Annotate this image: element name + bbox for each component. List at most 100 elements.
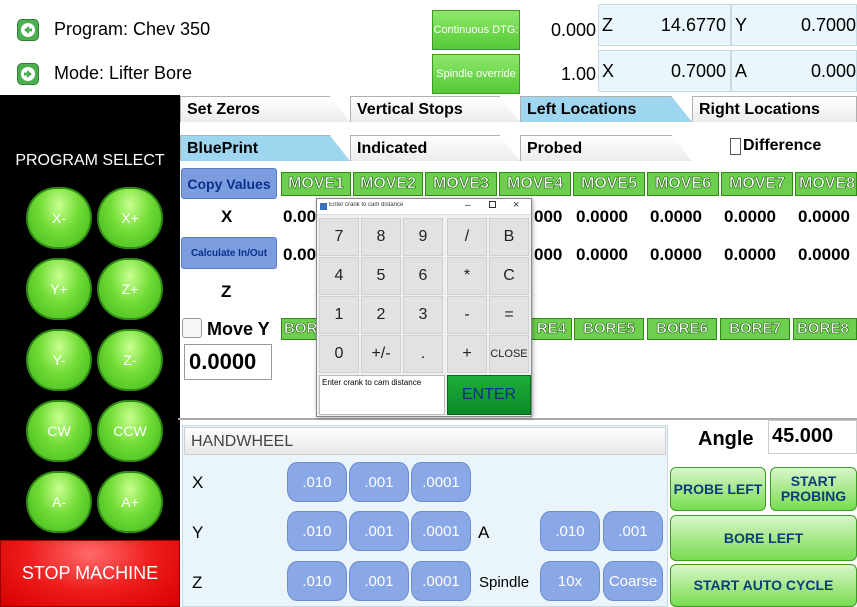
move5-button[interactable]: MOVE5	[573, 172, 645, 196]
x-value-7[interactable]: 0.0000	[724, 207, 776, 227]
hw-z-step-0001[interactable]: .0001	[411, 561, 471, 601]
jog-z-plus-button[interactable]: Z+	[97, 258, 163, 320]
maximize-icon[interactable]	[489, 201, 496, 208]
hw-y-step-0001[interactable]: .0001	[411, 511, 471, 551]
back-button[interactable]	[17, 19, 39, 41]
jog-x-plus-button[interactable]: X+	[97, 187, 163, 249]
z-value-4[interactable]: 000	[534, 245, 562, 265]
z-value-5[interactable]: 0.0000	[576, 245, 628, 265]
bore4-button[interactable]: RE4	[531, 318, 572, 340]
move8-button[interactable]: MOVE8	[795, 172, 857, 196]
z-value-1[interactable]: 0.00	[283, 245, 316, 265]
dialog-input[interactable]: Enter crank to cam distance	[319, 375, 445, 415]
key-close[interactable]: CLOSE	[489, 335, 529, 373]
move1-button[interactable]: MOVE1	[281, 172, 351, 196]
enter-button[interactable]: ENTER	[447, 375, 531, 415]
move-y-value-field[interactable]: 0.0000	[184, 344, 272, 380]
key-decimal[interactable]: .	[403, 335, 443, 373]
key-4[interactable]: 4	[319, 257, 359, 295]
key-9[interactable]: 9	[403, 218, 443, 256]
move4-button[interactable]: MOVE4	[499, 172, 571, 196]
key-minus[interactable]: -	[447, 296, 487, 334]
minimize-icon[interactable]: –	[465, 200, 471, 211]
bore6-button[interactable]: BORE6	[647, 318, 717, 340]
jog-x-minus-button[interactable]: X-	[26, 187, 92, 249]
hw-spindle-10x[interactable]: 10x	[540, 561, 600, 601]
move6-button[interactable]: MOVE6	[647, 172, 719, 196]
start-auto-cycle-button[interactable]: START AUTO CYCLE	[670, 564, 857, 607]
z-value-7[interactable]: 0.0000	[724, 245, 776, 265]
key-1[interactable]: 1	[319, 296, 359, 334]
move7-button[interactable]: MOVE7	[721, 172, 793, 196]
key-clear[interactable]: C	[489, 257, 529, 295]
bore7-button[interactable]: BORE7	[720, 318, 790, 340]
probe-left-button[interactable]: PROBE LEFT	[670, 467, 766, 511]
jog-y-minus-button[interactable]: Y-	[26, 329, 92, 391]
move3-button[interactable]: MOVE3	[425, 172, 497, 196]
hw-x-step-010[interactable]: .010	[287, 462, 347, 502]
key-7[interactable]: 7	[319, 218, 359, 256]
x-value-4[interactable]: 000	[534, 207, 562, 227]
bore-left-button[interactable]: BORE LEFT	[670, 515, 857, 561]
tab-set-zeros[interactable]: Set Zeros	[180, 96, 350, 122]
dro-a: A 0.000	[731, 50, 857, 92]
key-3[interactable]: 3	[403, 296, 443, 334]
dro-a-value: 0.000	[810, 60, 856, 81]
continuous-dtg-button[interactable]: Continuous DTG:	[432, 10, 520, 50]
key-0[interactable]: 0	[319, 335, 359, 373]
spindle-override-button[interactable]: Spindle override	[432, 54, 520, 94]
tab-blueprint[interactable]: BluePrint	[180, 135, 350, 161]
z-value-6[interactable]: 0.0000	[650, 245, 702, 265]
close-icon[interactable]: ×	[513, 199, 519, 211]
hw-z-step-001[interactable]: .001	[349, 561, 409, 601]
hw-y-step-010[interactable]: .010	[287, 511, 347, 551]
key-equals[interactable]: =	[489, 296, 529, 334]
tab-vertical-stops[interactable]: Vertical Stops	[350, 96, 520, 122]
stop-machine-button[interactable]: STOP MACHINE	[0, 540, 180, 607]
key-multiply[interactable]: *	[447, 257, 487, 295]
key-5[interactable]: 5	[361, 257, 401, 295]
forward-button[interactable]	[17, 63, 39, 85]
hw-spindle-coarse[interactable]: Coarse	[603, 561, 663, 601]
key-8[interactable]: 8	[361, 218, 401, 256]
jog-cw-button[interactable]: CW	[26, 400, 92, 462]
move-y-checkbox[interactable]	[182, 318, 202, 338]
jog-z-minus-button[interactable]: Z-	[97, 329, 163, 391]
x-value-5[interactable]: 0.0000	[576, 207, 628, 227]
x-value-1[interactable]: 0.00	[283, 207, 316, 227]
jog-a-minus-button[interactable]: A-	[26, 471, 92, 533]
hw-z-step-010[interactable]: .010	[287, 561, 347, 601]
difference-checkbox[interactable]	[730, 138, 741, 155]
mode-label: Mode: Lifter Bore	[54, 63, 193, 83]
bore8-button[interactable]: BORE8	[793, 318, 857, 340]
x-value-6[interactable]: 0.0000	[650, 207, 702, 227]
x-value-8[interactable]: 0.0000	[798, 207, 857, 227]
tab-right-locations[interactable]: Right Locations	[692, 96, 857, 122]
calculate-in-out-button[interactable]: Calculate In/Out	[181, 237, 277, 269]
key-plus[interactable]: +	[447, 335, 487, 373]
key-divide[interactable]: /	[447, 218, 487, 256]
key-6[interactable]: 6	[403, 257, 443, 295]
hw-x-step-0001[interactable]: .0001	[411, 462, 471, 502]
z-value-8[interactable]: 0.0000	[798, 245, 857, 265]
start-probing-button[interactable]: START PROBING	[770, 467, 857, 511]
key-2[interactable]: 2	[361, 296, 401, 334]
hw-x-step-001[interactable]: .001	[349, 462, 409, 502]
tab-probed[interactable]: Probed	[520, 135, 692, 161]
hw-a-step-010[interactable]: .010	[540, 511, 600, 551]
jog-ccw-button[interactable]: CCW	[97, 400, 163, 462]
hw-y-step-001[interactable]: .001	[349, 511, 409, 551]
key-plus-minus[interactable]: +/-	[361, 335, 401, 373]
tab-indicated[interactable]: Indicated	[350, 135, 520, 161]
bore-button-1[interactable]: BOR	[281, 318, 321, 340]
move2-button[interactable]: MOVE2	[353, 172, 423, 196]
tab-left-locations[interactable]: Left Locations	[520, 96, 692, 122]
jog-y-plus-button[interactable]: Y+	[26, 258, 92, 320]
program-select-title[interactable]: PROGRAM SELECT	[0, 152, 180, 170]
bore5-button[interactable]: BORE5	[574, 318, 644, 340]
key-backspace[interactable]: B	[489, 218, 529, 256]
copy-values-button[interactable]: Copy Values	[181, 168, 277, 199]
jog-a-plus-button[interactable]: A+	[97, 471, 163, 533]
angle-value-field[interactable]: 45.000	[768, 420, 857, 454]
hw-a-step-001[interactable]: .001	[603, 511, 663, 551]
